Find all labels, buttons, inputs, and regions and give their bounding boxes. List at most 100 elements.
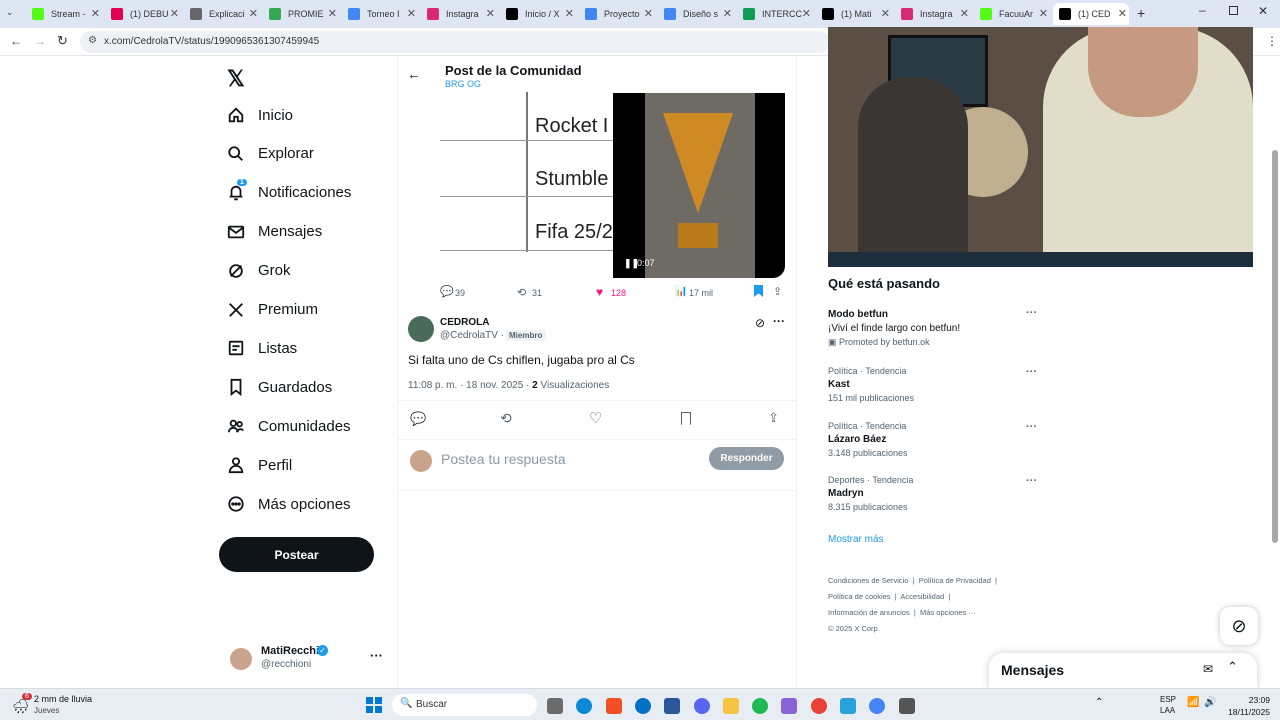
browser-tab[interactable]: (1) DEBU ✕ bbox=[105, 3, 181, 25]
sidebar-item-premium[interactable]: Premium bbox=[226, 300, 318, 320]
trend-promo[interactable]: Modo betfun ¡Viví el finde largo con bet… bbox=[828, 307, 1040, 354]
volume-icon[interactable]: 🔊 bbox=[1204, 697, 1216, 708]
trend-more-icon[interactable]: ··· bbox=[1026, 366, 1037, 378]
wifi-icon[interactable]: 📶 bbox=[1187, 697, 1199, 708]
settings-icon[interactable] bbox=[898, 698, 915, 714]
tab-close-icon[interactable]: ✕ bbox=[802, 7, 811, 20]
sidebar-item-grok[interactable]: Grok bbox=[226, 261, 291, 281]
share-icon[interactable]: ⇪ bbox=[773, 285, 782, 298]
post-time[interactable]: 11:08 p. m. · 18 nov. 2025 · bbox=[408, 380, 529, 391]
tab-close-icon[interactable]: ✕ bbox=[881, 7, 890, 20]
like-icon[interactable]: ♥ bbox=[596, 285, 603, 299]
lang-indicator[interactable]: ESP LAA bbox=[1160, 694, 1176, 716]
page-scrollbar[interactable] bbox=[1272, 150, 1278, 543]
tab-close-icon[interactable]: ✕ bbox=[644, 7, 653, 20]
browser-tab[interactable]: Torneo I ✕ bbox=[342, 3, 418, 25]
sidebar-item-mensajes[interactable]: Mensajes bbox=[226, 222, 322, 242]
browser-tab[interactable]: Instagra ✕ bbox=[895, 3, 971, 25]
reply-input[interactable]: Postea tu respuesta bbox=[441, 451, 566, 467]
bookmark-icon[interactable] bbox=[681, 412, 691, 425]
trend-more-icon[interactable]: ··· bbox=[1026, 307, 1037, 319]
tab-close-icon[interactable]: ✕ bbox=[1118, 7, 1127, 20]
browser-tab[interactable]: Instagra ✕ bbox=[421, 3, 497, 25]
post-button[interactable]: Postear bbox=[219, 537, 374, 572]
edge-icon[interactable] bbox=[576, 698, 593, 714]
account-switcher[interactable]: MatiRecchi ✓ @recchioni ··· bbox=[224, 643, 389, 677]
weather-icon[interactable]: 🌧 bbox=[12, 698, 30, 715]
reply-button[interactable]: Responder bbox=[709, 447, 784, 470]
sidebar-item-inicio[interactable]: Inicio bbox=[226, 105, 293, 125]
tab-close-icon[interactable]: ✕ bbox=[170, 7, 179, 20]
tab-close-icon[interactable]: ✕ bbox=[723, 7, 732, 20]
sidebar-item-explorar[interactable]: Explorar bbox=[226, 144, 314, 164]
word-icon[interactable] bbox=[664, 698, 681, 714]
bookmark-filled-icon[interactable] bbox=[754, 285, 763, 297]
views-icon[interactable]: 📊 bbox=[675, 286, 687, 297]
grok-float-button[interactable]: ⊘ bbox=[1220, 607, 1258, 645]
tab-close-icon[interactable]: ✕ bbox=[328, 7, 337, 20]
new-message-icon[interactable]: ✉ bbox=[1203, 662, 1213, 676]
post-author-name[interactable]: CEDROLA bbox=[440, 317, 489, 328]
browser-tab[interactable]: Explicaci ✕ bbox=[184, 3, 260, 25]
repost-icon[interactable]: ⟲ bbox=[500, 410, 512, 427]
sidebar-item-notificaciones[interactable]: 1 Notificaciones bbox=[226, 178, 351, 203]
share-icon[interactable]: ⇪ bbox=[768, 410, 779, 426]
url-field[interactable]: ⚙ x.com/CedrolaTV/status/199096536130745… bbox=[80, 31, 830, 53]
tray-chevron-icon[interactable]: ⌃ bbox=[1095, 697, 1103, 708]
chrome-active-icon[interactable] bbox=[869, 698, 886, 714]
trend-more-icon[interactable]: ··· bbox=[1026, 475, 1037, 487]
browser-tab[interactable]: Diseño s ✕ bbox=[658, 3, 734, 25]
site-info-icon[interactable]: ⚙ bbox=[88, 35, 97, 46]
like-icon[interactable]: ♡ bbox=[589, 409, 602, 427]
footer-link-more[interactable]: Más opciones ··· bbox=[920, 608, 976, 617]
repost-icon[interactable]: ⟲ bbox=[517, 286, 526, 299]
taskbar-search[interactable]: 🔍 Buscar bbox=[392, 694, 537, 716]
tab-search-icon[interactable]: ⌄ bbox=[6, 7, 20, 21]
sidebar-item-perfil[interactable]: Perfil bbox=[226, 455, 292, 475]
tab-close-icon[interactable]: ✕ bbox=[486, 7, 495, 20]
tab-close-icon[interactable]: ✕ bbox=[1039, 7, 1048, 20]
browser-tab[interactable]: (1) Mati ✕ bbox=[816, 3, 892, 25]
reply-icon[interactable]: 💬 bbox=[440, 285, 454, 298]
footer-link-cookies[interactable]: Política de cookies bbox=[828, 592, 891, 601]
sidebar-item-más-opciones[interactable]: Más opciones bbox=[226, 494, 351, 514]
maximize-icon[interactable] bbox=[1229, 6, 1238, 15]
tab-close-icon[interactable]: ✕ bbox=[249, 7, 258, 20]
trend-item[interactable]: Política · Tendencia Lázaro Báez 3.148 pub… bbox=[828, 421, 1040, 458]
outlook-icon[interactable] bbox=[634, 698, 651, 714]
media-image[interactable]: Rocket I Stumble Fifa 25/2 bbox=[440, 92, 614, 278]
forward-icon[interactable]: → bbox=[34, 34, 46, 48]
post-more-icon[interactable]: ··· bbox=[773, 314, 785, 328]
store-icon[interactable] bbox=[605, 698, 622, 714]
chrome-icon[interactable] bbox=[810, 698, 827, 714]
footer-link-privacy[interactable]: Política de Privacidad bbox=[919, 576, 991, 585]
back-icon[interactable]: ← bbox=[10, 34, 22, 48]
picture-in-picture-video[interactable] bbox=[828, 27, 1253, 267]
tab-close-icon[interactable]: ✕ bbox=[960, 7, 969, 20]
browser-tab[interactable]: Stream - ✕ bbox=[26, 3, 102, 25]
task-view-icon[interactable] bbox=[547, 698, 563, 714]
spotify-icon[interactable] bbox=[752, 698, 769, 714]
minimize-icon[interactable]: – bbox=[1199, 3, 1206, 17]
reload-icon[interactable]: ↻ bbox=[57, 33, 68, 49]
browser-menu-icon[interactable]: ⋮ bbox=[1266, 34, 1278, 48]
grok-icon[interactable]: ⊘ bbox=[755, 316, 765, 330]
footer-link-accessibility[interactable]: Accesibilidad bbox=[900, 592, 944, 601]
sidebar-item-listas[interactable]: Listas bbox=[226, 338, 297, 358]
community-name[interactable]: BRG OG bbox=[445, 79, 481, 89]
show-more-link[interactable]: Mostrar más bbox=[828, 534, 884, 545]
discord-icon[interactable] bbox=[693, 698, 710, 714]
video-player[interactable]: ❚❚ 0:07 bbox=[613, 93, 785, 278]
browser-tab[interactable]: PROMIE ✕ bbox=[263, 3, 339, 25]
trend-more-icon[interactable]: ··· bbox=[1026, 421, 1037, 433]
more-icon[interactable]: ··· bbox=[370, 648, 383, 663]
clock[interactable]: 23:09 18/11/2025 bbox=[1224, 694, 1270, 718]
tab-close-icon[interactable]: ✕ bbox=[91, 7, 100, 20]
tab-close-icon[interactable]: ✕ bbox=[565, 7, 574, 20]
new-tab-button[interactable]: + bbox=[1137, 5, 1145, 21]
post-author-handle[interactable]: @CedrolaTV · bbox=[440, 330, 504, 341]
tab-close-icon[interactable]: ✕ bbox=[407, 7, 416, 20]
trend-item[interactable]: Deportes · Tendencia Madryn 8.315 publicac… bbox=[828, 475, 1040, 512]
sidebar-item-guardados[interactable]: Guardados bbox=[226, 377, 332, 397]
start-icon[interactable] bbox=[366, 697, 382, 713]
